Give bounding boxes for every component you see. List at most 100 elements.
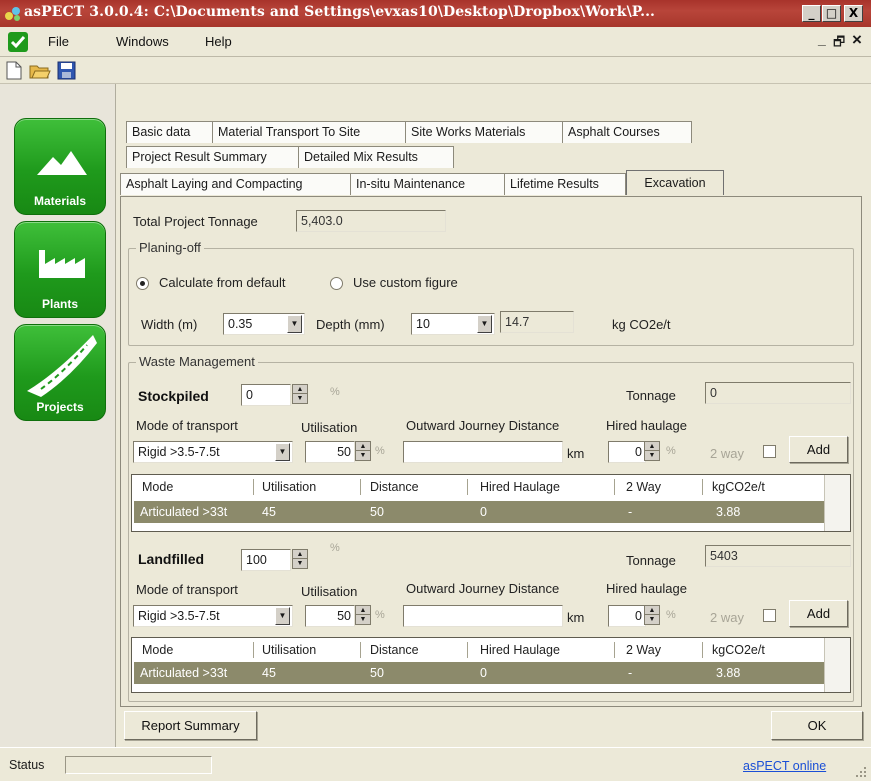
nav-plants-label: Plants <box>41 297 78 311</box>
stockpiled-util-spinner[interactable]: ▲ ▼ <box>355 441 371 461</box>
new-document-icon[interactable] <box>6 61 22 80</box>
tab-project-result-summary[interactable]: Project Result Summary <box>126 146 302 168</box>
grid-header-hired-haulage[interactable]: Hired Haulage <box>480 640 560 660</box>
nav-materials-button[interactable]: Materials <box>14 118 106 215</box>
grid-scrollbar[interactable] <box>824 638 850 692</box>
mdi-close-button[interactable]: × <box>852 30 862 50</box>
landfilled-hired-unit: % <box>666 609 676 621</box>
menu-windows[interactable]: Windows <box>116 34 169 49</box>
cell-mode: Articulated >33t <box>140 505 228 519</box>
road-icon <box>27 335 97 397</box>
tab-asphalt-laying[interactable]: Asphalt Laying and Compacting <box>120 173 354 195</box>
grid-header-utilisation[interactable]: Utilisation <box>262 477 316 497</box>
width-label: Width (m) <box>141 317 198 332</box>
tab-detailed-mix-results[interactable]: Detailed Mix Results <box>298 146 454 168</box>
close-button[interactable]: X <box>844 5 863 22</box>
radio-calculate-default[interactable] <box>136 277 149 290</box>
grid-header-distance[interactable]: Distance <box>370 640 419 660</box>
table-row[interactable]: Articulated >33t 45 50 0 - 3.88 <box>134 501 826 523</box>
chevron-down-icon[interactable]: ▼ <box>275 607 290 625</box>
table-row[interactable]: Articulated >33t 45 50 0 - 3.88 <box>134 662 826 684</box>
report-summary-button[interactable]: Report Summary <box>124 711 257 740</box>
mdi-minimize-button[interactable]: _ <box>818 31 826 47</box>
chevron-down-icon[interactable]: ▼ <box>287 315 302 333</box>
chevron-down-icon[interactable]: ▼ <box>275 443 290 461</box>
stockpiled-percent-input[interactable]: 0 <box>241 384 291 406</box>
stockpiled-distance-unit: km <box>567 446 585 461</box>
tab-excavation[interactable]: Excavation <box>626 170 724 195</box>
landfilled-label: Landfilled <box>138 551 205 567</box>
menu-file[interactable]: File <box>48 34 69 49</box>
grid-header-2way[interactable]: 2 Way <box>626 477 661 497</box>
nav-projects-label: Projects <box>36 400 84 414</box>
grid-header-kgco2e[interactable]: kgCO2e/t <box>712 640 765 660</box>
grid-header-hired-haulage[interactable]: Hired Haulage <box>480 477 560 497</box>
cell-hired-haulage: 0 <box>480 666 487 680</box>
grid-header-utilisation[interactable]: Utilisation <box>262 640 316 660</box>
stockpiled-add-button[interactable]: Add <box>789 436 848 463</box>
cell-utilisation: 45 <box>262 666 276 680</box>
mdi-restore-button[interactable]: 🗗 <box>833 33 845 55</box>
chevron-down-icon[interactable]: ▼ <box>477 315 492 333</box>
landfilled-percent-input[interactable]: 100 <box>241 549 291 571</box>
grid-header-mode[interactable]: Mode <box>142 640 173 660</box>
landfilled-distance-input[interactable] <box>403 605 563 627</box>
planing-result-field: 14.7 <box>500 311 574 333</box>
stockpiled-label: Stockpiled <box>138 388 209 404</box>
landfilled-mode-select[interactable]: Rigid >3.5-7.5t <box>133 605 293 627</box>
nav-projects-button[interactable]: Projects <box>14 324 106 421</box>
tab-in-situ-maintenance[interactable]: In-situ Maintenance <box>350 173 508 195</box>
landfilled-util-spinner[interactable]: ▲ ▼ <box>355 605 371 625</box>
stockpiled-percent-spinner[interactable]: ▲ ▼ <box>292 384 308 404</box>
landfilled-util-input[interactable]: 50 <box>305 605 355 627</box>
landfilled-add-button[interactable]: Add <box>789 600 848 627</box>
stockpiled-mode-select[interactable]: Rigid >3.5-7.5t <box>133 441 293 463</box>
main-panel: Basic data Material Transport To Site Si… <box>116 84 871 747</box>
cell-kgco2e: 3.88 <box>716 505 741 519</box>
landfilled-hired-input[interactable]: 0 <box>608 605 646 627</box>
tab-site-works-materials[interactable]: Site Works Materials <box>405 121 566 143</box>
stockpiled-distance-input[interactable] <box>403 441 563 463</box>
grid-header-kgco2e[interactable]: kgCO2e/t <box>712 477 765 497</box>
cell-distance: 50 <box>370 505 384 519</box>
ok-button[interactable]: OK <box>771 711 863 740</box>
tab-asphalt-courses[interactable]: Asphalt Courses <box>562 121 692 143</box>
stockpiled-twoway-checkbox[interactable] <box>763 445 776 458</box>
stockpiled-hired-input[interactable]: 0 <box>608 441 646 463</box>
landfilled-percent-unit: % <box>330 542 340 554</box>
save-disk-icon[interactable] <box>57 61 76 80</box>
grid-header-2way[interactable]: 2 Way <box>626 640 661 660</box>
tab-material-transport[interactable]: Material Transport To Site <box>212 121 409 143</box>
minimize-button[interactable]: _ <box>802 5 821 22</box>
landfilled-hired-label: Hired haulage <box>606 581 687 596</box>
nav-plants-button[interactable]: Plants <box>14 221 106 318</box>
tab-lifetime-results[interactable]: Lifetime Results <box>504 173 626 195</box>
landfilled-hired-spinner[interactable]: ▲ ▼ <box>644 605 660 625</box>
cell-kgco2e: 3.88 <box>716 666 741 680</box>
grid-header-mode[interactable]: Mode <box>142 477 173 497</box>
aspect-online-link[interactable]: asPECT online <box>743 759 826 773</box>
stockpiled-mode-label: Mode of transport <box>136 418 238 433</box>
landfilled-mode-label: Mode of transport <box>136 582 238 597</box>
open-folder-icon[interactable] <box>29 61 51 80</box>
grid-header-distance[interactable]: Distance <box>370 477 419 497</box>
maximize-button[interactable]: □ <box>822 5 841 22</box>
stockpiled-util-input[interactable]: 50 <box>305 441 355 463</box>
tab-basic-data[interactable]: Basic data <box>126 121 216 143</box>
window-title: asPECT 3.0.0.4: C:\Documents and Setting… <box>24 4 656 20</box>
grid-scrollbar[interactable] <box>824 475 850 531</box>
resize-grip-icon[interactable] <box>855 766 867 778</box>
landfilled-twoway-checkbox[interactable] <box>763 609 776 622</box>
stockpiled-hired-spinner[interactable]: ▲ ▼ <box>644 441 660 461</box>
landfilled-percent-spinner[interactable]: ▲ ▼ <box>292 549 308 569</box>
landfilled-distance-label: Outward Journey Distance <box>406 581 560 596</box>
app-icon <box>5 7 20 21</box>
radio-custom-figure[interactable] <box>330 277 343 290</box>
menu-help[interactable]: Help <box>205 34 232 49</box>
planing-result-unit: kg CO2e/t <box>612 317 671 332</box>
total-tonnage-label: Total Project Tonnage <box>133 214 258 229</box>
stockpiled-util-label: Utilisation <box>301 420 358 435</box>
stockpiled-grid: Mode Utilisation Distance Hired Haulage … <box>131 474 851 532</box>
radio-custom-figure-label: Use custom figure <box>353 275 458 290</box>
planing-off-title: Planing-off <box>136 240 204 255</box>
